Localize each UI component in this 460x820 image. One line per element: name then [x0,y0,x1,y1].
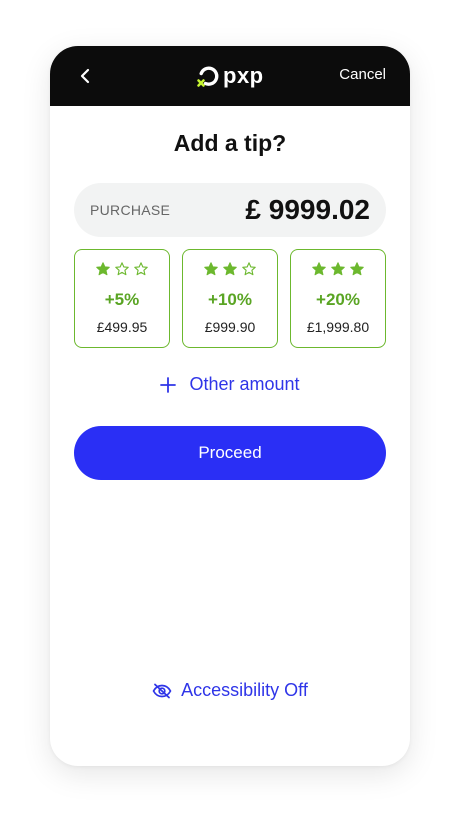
purchase-label: PURCHASE [90,202,171,218]
tip-option-20[interactable]: +20% £1,999.80 [290,249,386,348]
star-filled-icon [331,262,345,276]
phone-screen: pxp Cancel Add a tip? PURCHASE £ 9999.02… [50,46,410,766]
purchase-amount: £ 9999.02 [245,194,370,225]
pxp-logo: pxp [196,62,264,90]
star-filled-icon [223,262,237,276]
star-outline-icon [242,262,256,276]
tip-amount: £499.95 [96,319,148,335]
star-rating [75,262,169,276]
star-rating [183,262,277,276]
back-button[interactable] [72,62,100,90]
accessibility-label: Accessibility Off [181,680,308,700]
eye-off-icon [152,683,172,698]
star-outline-icon [134,262,148,276]
star-rating [291,262,385,276]
tip-percent: +10% [208,290,252,309]
pxp-logo-mark-icon [197,66,219,87]
tip-amount: £1,999.80 [306,319,370,335]
proceed-button[interactable]: Proceed [74,426,386,480]
star-outline-icon [115,262,129,276]
tip-option-5[interactable]: +5% £499.95 [74,249,170,348]
tip-percent: +20% [316,290,360,309]
logo-text: pxp [223,63,264,88]
plus-icon [160,376,177,393]
chevron-left-icon [80,68,90,84]
tip-options: +5% £499.95 +10% £999.90 +20% £1,999.80 [74,249,386,348]
tip-option-10[interactable]: +10% £999.90 [182,249,278,348]
top-bar: pxp Cancel [50,46,410,106]
cancel-button[interactable]: Cancel [339,66,386,83]
tip-amount: £999.90 [204,319,256,335]
tip-percent: +5% [104,290,140,309]
other-amount-label: Other amount [189,374,300,394]
page-title: Add a tip? [173,130,287,156]
purchase-summary: PURCHASE £ 9999.02 [74,183,386,237]
star-filled-icon [96,262,110,276]
star-filled-icon [350,262,364,276]
star-filled-icon [312,262,326,276]
accessibility-toggle[interactable]: Accessibility Off [50,680,410,701]
other-amount-button[interactable]: Other amount [50,374,410,395]
star-filled-icon [204,262,218,276]
